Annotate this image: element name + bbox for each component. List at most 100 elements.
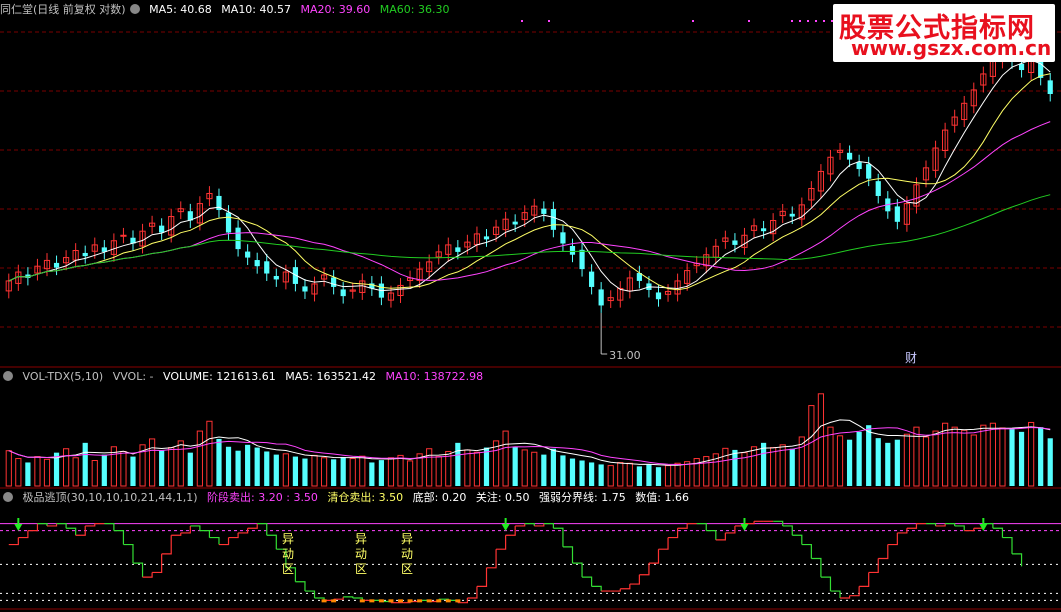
volume-bar-down [655,467,662,486]
volume-bar-up [989,422,996,487]
indicator-step [830,590,841,599]
indicator-step [562,546,574,564]
indicator-step [476,567,488,588]
volume-bar-up [999,427,1006,487]
ma20-line [8,121,1051,282]
watermark-line2: www.gszx.com.cn [851,36,1052,60]
bottom-zone-mark [398,599,404,603]
volume-bar-up [34,456,41,487]
volume-bar-up [406,460,414,487]
volume-bar-up [970,434,977,487]
candle-down [1018,63,1025,71]
bottom-zone-mark [407,599,413,603]
indicator-step [171,532,182,536]
signal-dot [748,20,750,22]
indicator-step [304,590,316,599]
anomaly-zone-label: 异 [401,532,413,546]
indicator-step [648,549,660,564]
candle-down [856,162,862,170]
volume-bar-up [91,460,98,487]
indicator-step [906,523,918,529]
volume-bar-down [732,449,738,486]
indicator-step [257,523,268,536]
settings-circle-icon[interactable] [3,492,13,502]
volume-bar-up [836,435,844,487]
indicator-step [190,525,201,531]
volume-bar-up [349,458,356,487]
volume-bar-down [541,454,547,486]
volume-bar-up [664,465,672,487]
volume-bar-up [359,455,366,487]
indicator-step [152,553,163,574]
volume-bar-up [206,420,213,487]
volume-bar-up [464,449,471,487]
anomaly-zone-label: 异 [282,532,294,546]
volume-bar-up [684,461,691,487]
anomaly-zone-label: 动 [355,547,367,561]
indicator-step [123,543,134,564]
candle-down [655,292,662,300]
indicator-step [37,523,48,526]
indicator-step [658,537,669,550]
indicator-step [801,543,812,559]
volume-bar-up [435,456,442,487]
volume-readout: VOLUME: 121613.61 [163,370,276,383]
indicator-step [945,523,956,526]
indicator-step [620,584,631,590]
volume-bar-up [148,438,156,487]
signal-dot [521,20,523,22]
indicator-step [180,525,191,534]
volume-bar-down [130,456,136,486]
vol-ma5-readout: MA5: 163521.42 [285,370,376,383]
volume-bar-down [340,456,346,486]
stage-sell-readout: 阶段卖出: 3.20 : 3.50 [207,491,318,504]
volume-bar-up [177,440,184,487]
volume-bar-up [473,451,481,487]
volume-bar-down [856,431,862,486]
indicator-step [610,588,621,592]
settings-circle-icon[interactable] [3,371,13,381]
candle-down [732,240,738,245]
anomaly-zone-label: 区 [355,562,367,576]
bottom-zone-mark [388,599,394,603]
bottom-zone-mark [378,599,384,603]
volume-bar-up [674,462,681,487]
indicator-step [811,557,822,578]
candle-down [159,225,165,233]
bottom-zone-mark [331,599,337,603]
candle-down [302,286,308,292]
candle-down [541,208,547,214]
sell-arrow-icon [979,524,988,531]
candle-down [875,181,881,196]
candle-down [598,289,604,306]
ma60-readout: MA60: 36.30 [379,3,450,16]
volume-bar-up [1028,421,1035,487]
low-marker-label: 31.00 [609,349,641,362]
volume-bar-down [760,442,767,486]
indicator-step [18,530,29,539]
volume-bar-down [264,451,270,486]
indicator-step [964,528,975,532]
volume-bar-up [426,448,433,487]
candle-down [264,261,270,274]
indicator-step [343,596,354,599]
candle-down [254,260,260,267]
indicator-step [878,544,889,560]
volume-bar-down [894,439,900,486]
volume-bar-down [292,456,299,486]
volume-bar-down [235,450,241,486]
candle-down [760,228,767,232]
volume-bar-down [378,460,385,486]
divider-readout: 强弱分界线: 1.75 [539,491,626,504]
candle-down [235,227,241,250]
indicator-step [486,549,497,569]
finance-marker: 财 [905,351,917,365]
signal-dot [823,20,825,22]
candle-down [589,271,595,287]
signal-dot [799,20,801,22]
candle-down [550,209,556,230]
volume-bar-up [387,457,395,487]
candle-down [579,249,585,270]
settings-circle-icon[interactable] [129,4,140,14]
volume-bar-down [302,458,308,486]
